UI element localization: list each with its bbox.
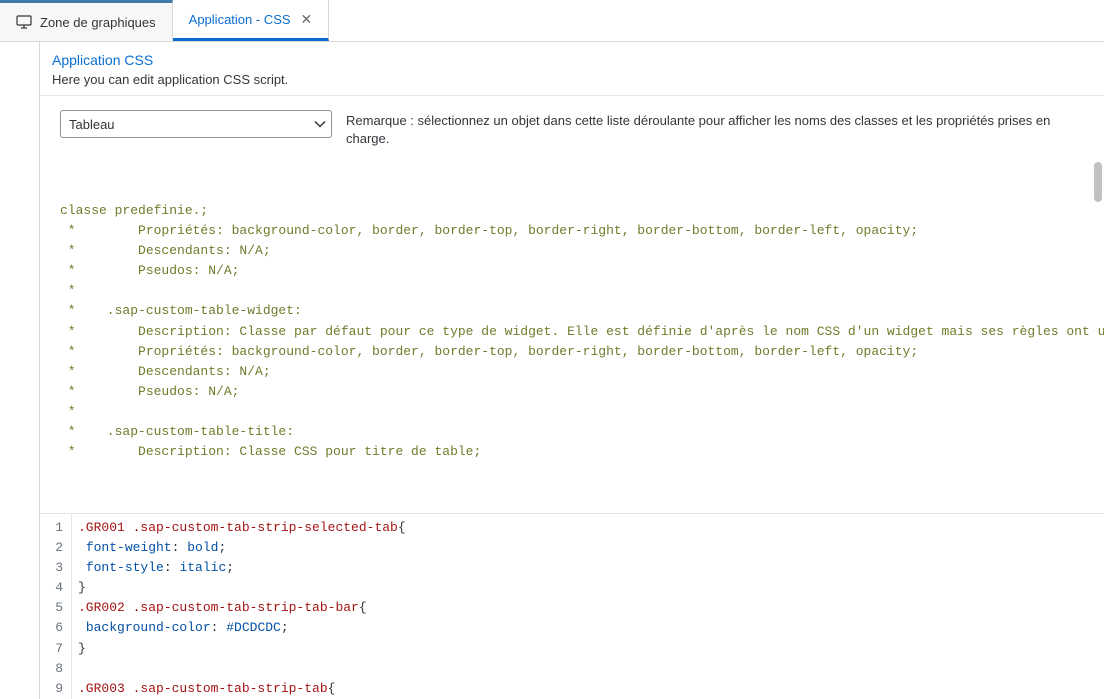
tabs-bar: Zone de graphiques Application - CSS ✕ (0, 0, 1104, 42)
code-line: background-color: #DCDCDC; (78, 618, 1104, 638)
remark-text: Remarque : sélectionnez un objet dans ce… (346, 110, 1092, 148)
code-line: } (78, 639, 1104, 659)
doc-line: * (60, 281, 1092, 301)
code-line: .GR002 .sap-custom-tab-strip-tab-bar{ (78, 598, 1104, 618)
left-sidebar-gap (0, 42, 40, 699)
line-number: 6 (40, 618, 65, 638)
tab-label: Zone de graphiques (40, 15, 156, 30)
doc-line: * .sap-custom-table-widget: (60, 301, 1092, 321)
doc-line: classe predefinie.; (60, 201, 1092, 221)
code-line: .GR003 .sap-custom-tab-strip-tab{ (78, 679, 1104, 699)
tab-application-css[interactable]: Application - CSS ✕ (173, 0, 330, 41)
code-line (78, 659, 1104, 679)
select-value: Tableau (69, 117, 115, 132)
tab-label: Application - CSS (189, 12, 291, 27)
doc-line: * Pseudos: N/A; (60, 382, 1092, 402)
panel-title: Application CSS (52, 52, 1092, 68)
line-number: 7 (40, 639, 65, 659)
doc-line: * Description: Classe CSS pour titre de … (60, 442, 1092, 462)
panel-header: Application CSS Here you can edit applic… (40, 42, 1104, 96)
content-area: Application CSS Here you can edit applic… (0, 42, 1104, 699)
line-number: 1 (40, 518, 65, 538)
code-line: } (78, 578, 1104, 598)
close-icon[interactable]: ✕ (301, 11, 313, 28)
line-gutter: 12345678910111213 (40, 514, 72, 699)
doc-line: * Descendants: N/A; (60, 241, 1092, 261)
scrollbar-thumb[interactable] (1094, 162, 1102, 202)
line-number: 5 (40, 598, 65, 618)
doc-line: * .sap-custom-table-title: (60, 422, 1092, 442)
dropdown-row: Tableau Remarque : sélectionnez un objet… (40, 96, 1104, 156)
doc-line: * Propriétés: background-color, border, … (60, 221, 1092, 241)
doc-line: * Propriétés: background-color, border, … (60, 342, 1092, 362)
select-display[interactable]: Tableau (60, 110, 332, 138)
main-panel: Application CSS Here you can edit applic… (40, 42, 1104, 699)
doc-line: * Pseudos: N/A; (60, 261, 1092, 281)
code-line: font-weight: bold; (78, 538, 1104, 558)
doc-line: * Descendants: N/A; (60, 362, 1092, 382)
object-select[interactable]: Tableau (60, 110, 332, 138)
line-number: 9 (40, 679, 65, 699)
css-code-editor[interactable]: 12345678910111213 .GR001 .sap-custom-tab… (40, 514, 1104, 699)
line-number: 8 (40, 659, 65, 679)
line-number: 3 (40, 558, 65, 578)
code-line: font-style: italic; (78, 558, 1104, 578)
tab-graphics-zone[interactable]: Zone de graphiques (0, 0, 173, 41)
line-number: 4 (40, 578, 65, 598)
monitor-icon (16, 15, 32, 29)
doc-line: * (60, 402, 1092, 422)
doc-line: * Description: Classe par défaut pour ce… (60, 322, 1092, 342)
line-number: 2 (40, 538, 65, 558)
code-line: .GR001 .sap-custom-tab-strip-selected-ta… (78, 518, 1104, 538)
documentation-block: classe predefinie.; * Propriétés: backgr… (40, 156, 1104, 513)
code-content[interactable]: .GR001 .sap-custom-tab-strip-selected-ta… (72, 514, 1104, 699)
panel-subtitle: Here you can edit application CSS script… (52, 72, 1092, 87)
